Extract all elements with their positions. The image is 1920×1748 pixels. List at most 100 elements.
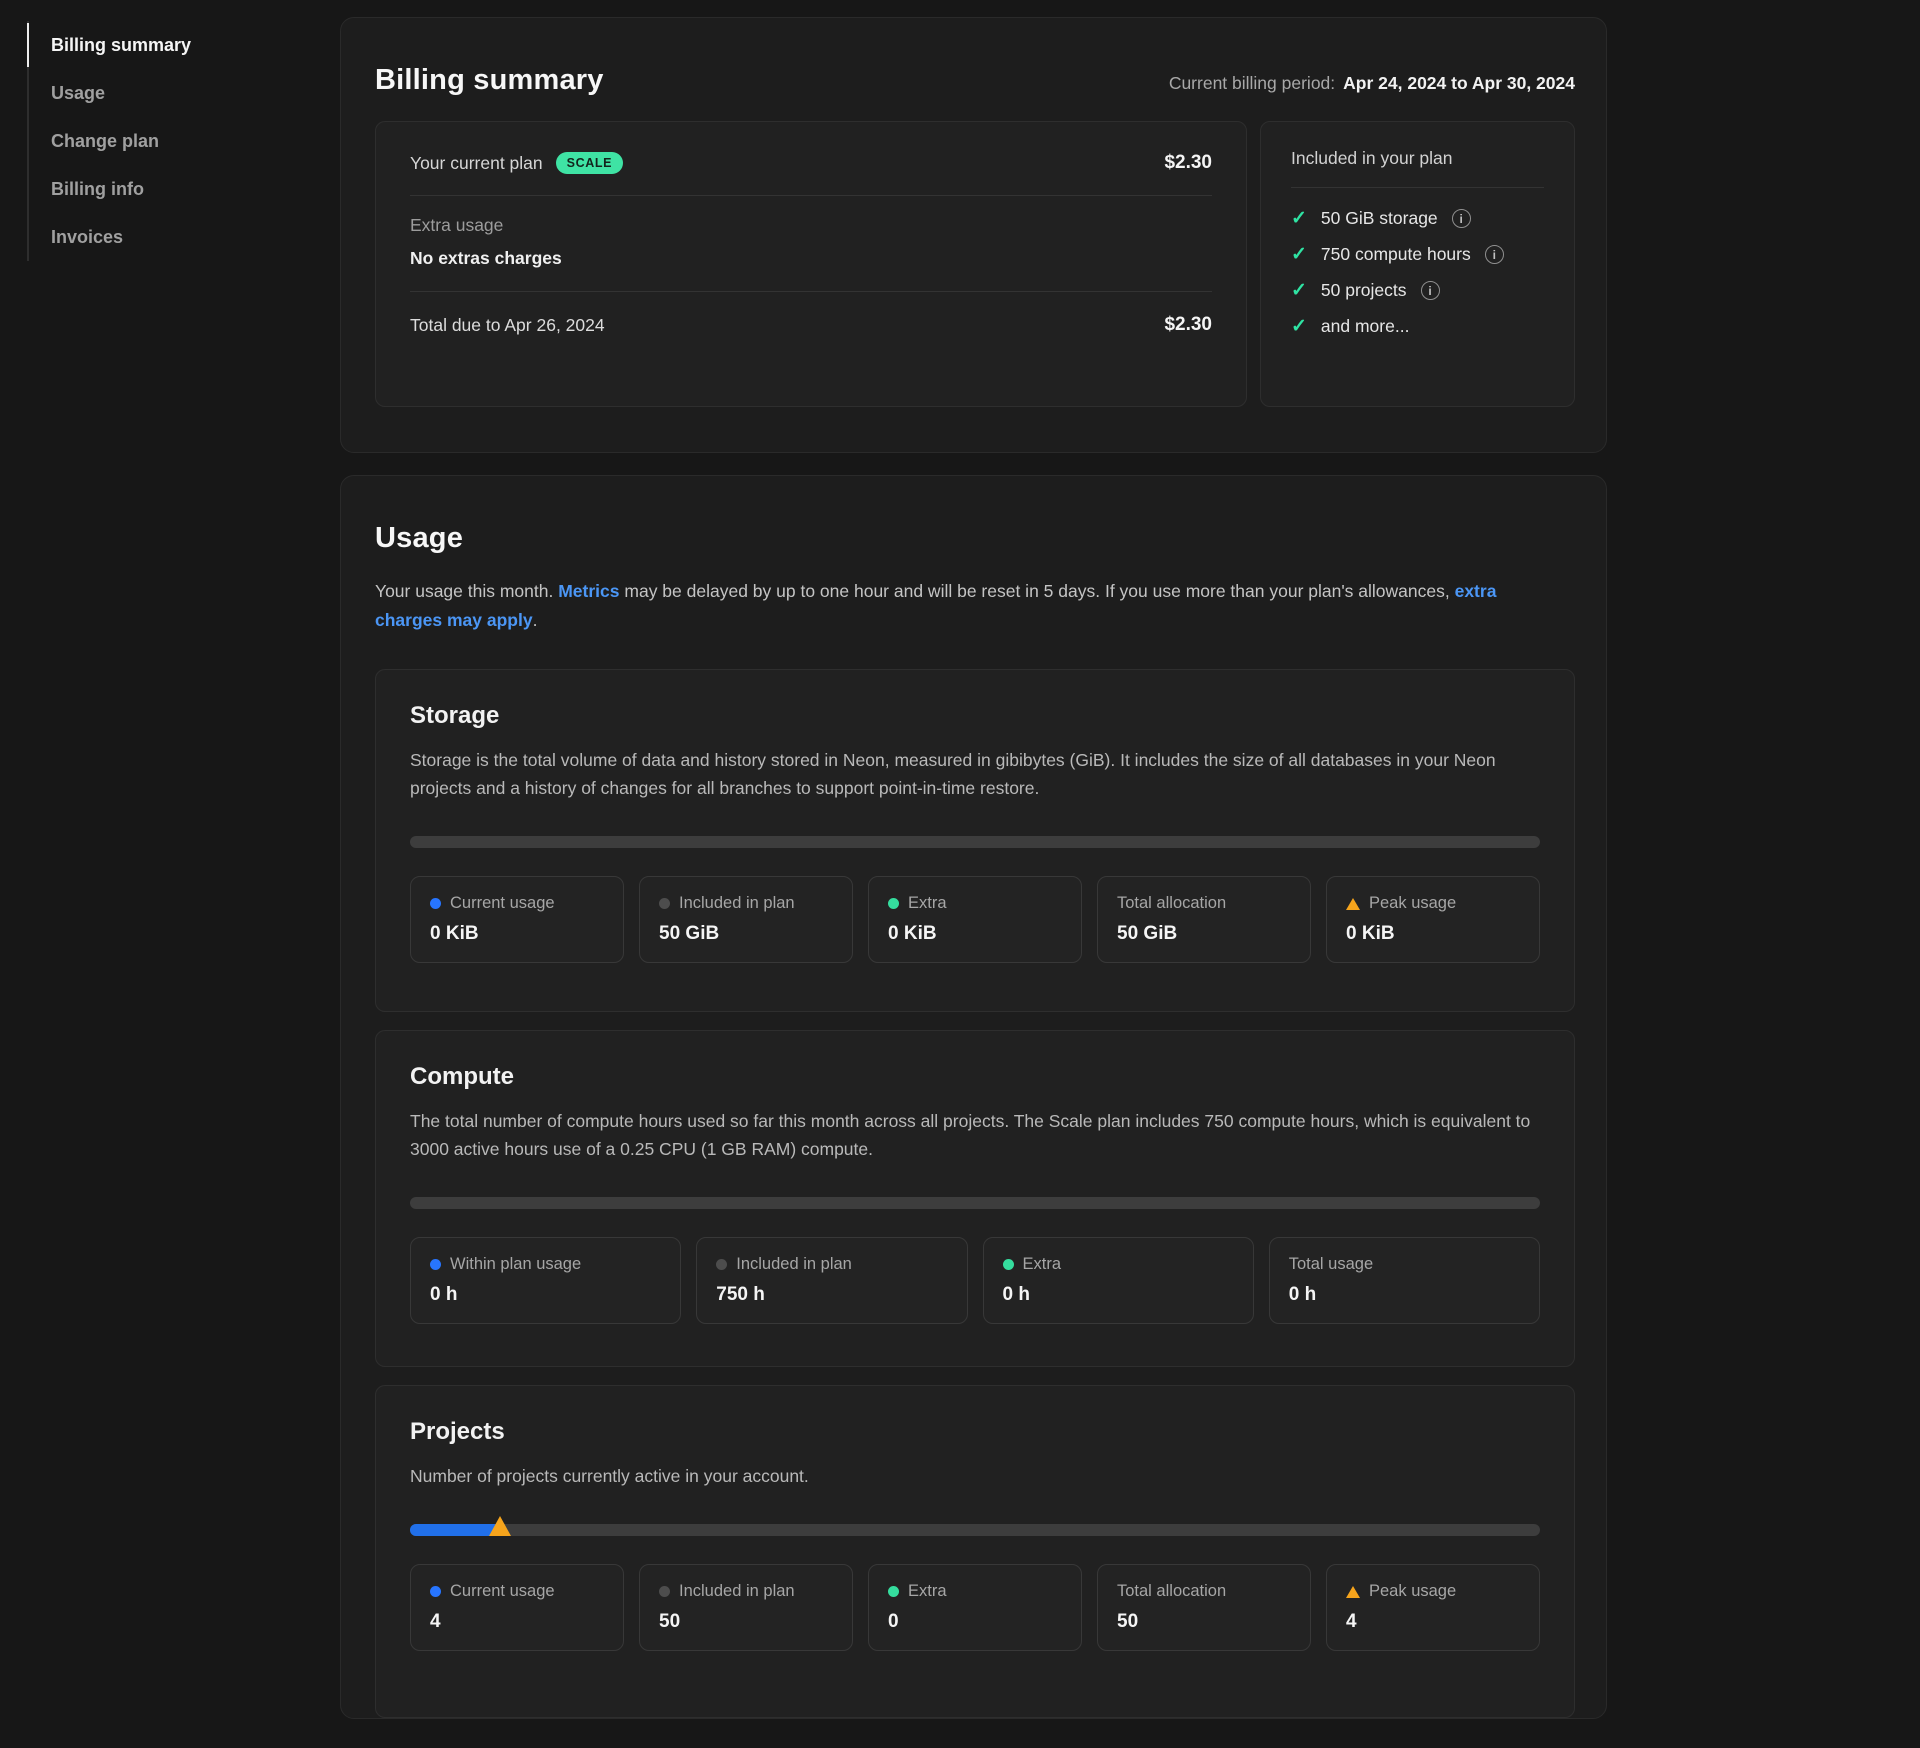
stat-value: 0 KiB (888, 923, 1062, 945)
stat-label: Included in plan (679, 1582, 795, 1601)
compute-description: The total number of compute hours used s… (410, 1107, 1540, 1163)
billing-sidebar: Billing summary Usage Change plan Billin… (27, 21, 312, 261)
info-icon[interactable]: i (1485, 245, 1504, 264)
stat-current-usage: Current usage 4 (410, 1564, 624, 1651)
blue-dot-icon (430, 1586, 441, 1597)
list-item: ✓ 50 projects i (1291, 280, 1544, 301)
list-item: ✓ 50 GiB storage i (1291, 208, 1544, 229)
stat-value: 4 (1346, 1611, 1520, 1633)
gray-dot-icon (659, 898, 670, 909)
orange-triangle-icon (1346, 898, 1360, 910)
stat-included-in-plan: Included in plan 50 GiB (639, 876, 853, 963)
green-dot-icon (888, 898, 899, 909)
stat-included-in-plan: Included in plan 750 h (696, 1237, 967, 1324)
stat-total-allocation: Total allocation 50 (1097, 1564, 1311, 1651)
check-icon: ✓ (1291, 317, 1307, 336)
included-in-plan-title: Included in your plan (1291, 148, 1544, 169)
projects-stats: Current usage 4 Included in plan 50 Extr… (410, 1564, 1540, 1651)
included-item-label: 750 compute hours (1321, 244, 1471, 265)
usage-intro-text: . (533, 610, 538, 630)
projects-progress-bar (410, 1524, 1540, 1536)
info-icon[interactable]: i (1421, 281, 1440, 300)
stat-total-usage: Total usage 0 h (1269, 1237, 1540, 1324)
stat-label: Included in plan (736, 1255, 852, 1274)
stat-value: 50 (1117, 1611, 1291, 1633)
projects-description: Number of projects currently active in y… (410, 1462, 1540, 1490)
stat-value: 0 h (1003, 1284, 1234, 1306)
stat-label: Total usage (1289, 1255, 1373, 1274)
usage-intro: Your usage this month. Metrics may be de… (375, 577, 1550, 635)
sidebar-item-billing-summary[interactable]: Billing summary (29, 21, 312, 69)
storage-section: Storage Storage is the total volume of d… (375, 669, 1575, 1012)
stat-label: Current usage (450, 894, 555, 913)
usage-intro-text: may be delayed by up to one hour and wil… (620, 581, 1455, 601)
compute-progress-bar (410, 1197, 1540, 1209)
plan-scale-badge: SCALE (556, 152, 623, 174)
peak-usage-marker-icon (489, 1516, 511, 1536)
gray-dot-icon (659, 1586, 670, 1597)
stat-label: Current usage (450, 1582, 555, 1601)
stat-value: 4 (430, 1611, 604, 1633)
metrics-link[interactable]: Metrics (558, 581, 619, 601)
billing-summary-title: Billing summary (375, 64, 604, 97)
stat-label: Extra (908, 1582, 947, 1601)
blue-dot-icon (430, 898, 441, 909)
included-divider (1291, 187, 1544, 188)
usage-title: Usage (375, 522, 463, 555)
included-item-label: 50 projects (1321, 280, 1407, 301)
sidebar-item-billing-info[interactable]: Billing info (29, 165, 312, 213)
billing-period: Current billing period:Apr 24, 2024 to A… (1169, 73, 1575, 94)
green-dot-icon (1003, 1259, 1014, 1270)
blue-dot-icon (430, 1259, 441, 1270)
extra-usage-value: No extras charges (410, 248, 1212, 269)
stat-value: 50 (659, 1611, 833, 1633)
sidebar-item-invoices[interactable]: Invoices (29, 213, 312, 261)
extra-usage-label: Extra usage (410, 215, 1212, 236)
included-item-label: and more... (1321, 316, 1410, 337)
stat-total-allocation: Total allocation 50 GiB (1097, 876, 1311, 963)
current-plan-label: Your current plan (410, 153, 543, 174)
total-due-amount: $2.30 (1164, 314, 1212, 336)
stat-value: 0 KiB (1346, 923, 1520, 945)
stat-label: Total allocation (1117, 1582, 1226, 1601)
stat-label: Peak usage (1369, 1582, 1456, 1601)
projects-title: Projects (410, 1418, 1540, 1446)
current-plan-card: Your current plan SCALE $2.30 Extra usag… (375, 121, 1247, 407)
list-item: ✓ 750 compute hours i (1291, 244, 1544, 265)
stat-value: 50 GiB (659, 923, 833, 945)
stat-label: Extra (1023, 1255, 1062, 1274)
sidebar-item-change-plan[interactable]: Change plan (29, 117, 312, 165)
stat-value: 50 GiB (1117, 923, 1291, 945)
stat-label: Included in plan (679, 894, 795, 913)
stat-current-usage: Current usage 0 KiB (410, 876, 624, 963)
total-due-label: Total due to Apr 26, 2024 (410, 315, 605, 336)
stat-label: Within plan usage (450, 1255, 581, 1274)
compute-stats: Within plan usage 0 h Included in plan 7… (410, 1237, 1540, 1324)
stat-extra: Extra 0 h (983, 1237, 1254, 1324)
green-dot-icon (888, 1586, 899, 1597)
stat-value: 0 KiB (430, 923, 604, 945)
stat-within-plan-usage: Within plan usage 0 h (410, 1237, 681, 1324)
list-item: ✓ and more... (1291, 316, 1544, 337)
storage-title: Storage (410, 702, 1540, 730)
stat-value: 0 (888, 1611, 1062, 1633)
stat-extra: Extra 0 KiB (868, 876, 1082, 963)
orange-triangle-icon (1346, 1586, 1360, 1598)
sidebar-nav: Billing summary Usage Change plan Billin… (27, 21, 312, 261)
info-icon[interactable]: i (1452, 209, 1471, 228)
storage-progress-bar (410, 836, 1540, 848)
stat-label: Total allocation (1117, 894, 1226, 913)
included-item-label: 50 GiB storage (1321, 208, 1438, 229)
current-plan-row: Your current plan SCALE (410, 152, 623, 174)
stat-extra: Extra 0 (868, 1564, 1082, 1651)
stat-peak-usage: Peak usage 4 (1326, 1564, 1540, 1651)
projects-section: Projects Number of projects currently ac… (375, 1385, 1575, 1718)
usage-intro-text: Your usage this month. (375, 581, 558, 601)
compute-title: Compute (410, 1063, 1540, 1091)
stat-value: 750 h (716, 1284, 947, 1306)
included-list: ✓ 50 GiB storage i ✓ 750 compute hours i… (1291, 208, 1544, 337)
included-in-plan-card: Included in your plan ✓ 50 GiB storage i… (1260, 121, 1575, 407)
stat-included-in-plan: Included in plan 50 (639, 1564, 853, 1651)
sidebar-item-usage[interactable]: Usage (29, 69, 312, 117)
plan-amount: $2.30 (1164, 152, 1212, 174)
